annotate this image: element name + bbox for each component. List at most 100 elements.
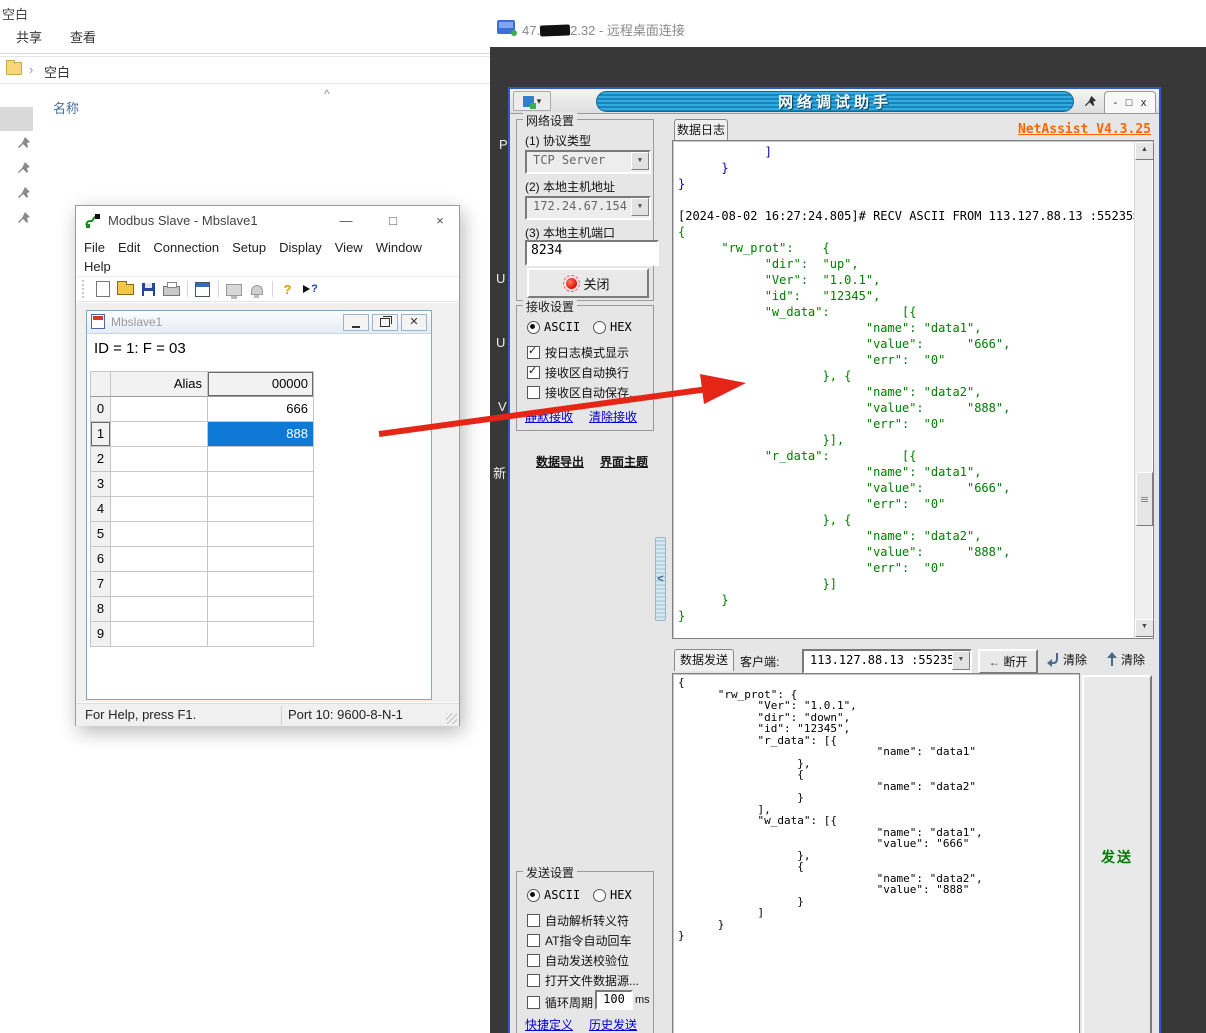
close-connection-button[interactable]: 关闭 [527, 268, 649, 298]
maximize-button[interactable]: □ [1126, 97, 1133, 109]
sort-ascending-icon[interactable]: ^ [324, 87, 330, 101]
auto-save-checkbox[interactable]: 接收区自动保存... [527, 384, 639, 401]
value-cell[interactable] [208, 472, 314, 497]
scroll-up-button[interactable]: ▲ [1135, 142, 1154, 160]
value-cell[interactable] [208, 497, 314, 522]
menu-item-edit[interactable]: Edit [118, 238, 140, 257]
resize-grip[interactable] [446, 713, 457, 724]
minimize-button[interactable]: — [331, 206, 361, 236]
alias-cell[interactable] [111, 622, 208, 647]
menu-item-display[interactable]: Display [279, 238, 322, 257]
value-cell[interactable] [208, 622, 314, 647]
ui-theme-link[interactable]: 界面主题 [600, 453, 648, 470]
alias-cell[interactable] [111, 397, 208, 422]
value-cell[interactable] [208, 547, 314, 572]
receive-log-area[interactable]: ] } } [2024-08-02 16:27:24.805]# RECV AS… [672, 140, 1154, 639]
auto-wrap-checkbox[interactable]: 接收区自动换行 [527, 364, 629, 381]
row-header[interactable]: 3 [90, 472, 111, 497]
dropdown-arrow-icon[interactable]: ▼ [631, 198, 649, 216]
send-text-area[interactable]: { "rw_prot": { "Ver": "1.0.1", "dir": "d… [672, 673, 1080, 1033]
scrollbar-thumb[interactable] [1136, 472, 1153, 526]
address-bar[interactable] [0, 56, 497, 84]
clear-receive-button[interactable]: 清除 [1046, 651, 1087, 668]
dropdown-arrow-icon[interactable]: ▼ [631, 152, 649, 170]
pin-icon[interactable] [17, 211, 31, 225]
recv-ascii-radio[interactable]: ASCII [527, 320, 580, 334]
alias-cell[interactable] [111, 472, 208, 497]
row-header[interactable]: 9 [90, 622, 111, 647]
host-select[interactable]: 172.24.67.154 ▼ [525, 196, 651, 220]
print-icon[interactable] [162, 280, 181, 298]
client-select[interactable]: 113.127.88.13 :55235 ▼ [802, 649, 972, 674]
tab-data-log[interactable]: 数据日志 [674, 119, 728, 141]
menu-item-view[interactable]: View [335, 238, 363, 257]
row-header[interactable]: 7 [90, 572, 111, 597]
column-header-name[interactable]: 名称 [53, 98, 79, 117]
communication-icon[interactable] [247, 280, 266, 298]
send-button[interactable]: 发送 [1082, 675, 1152, 1033]
loop-period-checkbox[interactable]: 循环周期 [527, 994, 593, 1011]
menu-item-connection[interactable]: Connection [153, 238, 219, 257]
file-source-checkbox[interactable]: 打开文件数据源... [527, 972, 639, 989]
send-ascii-radio[interactable]: ASCII [527, 888, 580, 902]
close-button[interactable]: × [425, 206, 455, 236]
address-column-header[interactable]: 00000 [208, 372, 314, 397]
modbus-titlebar[interactable]: Modbus Slave - Mbslave1 — □ × [76, 206, 459, 236]
checksum-checkbox[interactable]: 自动发送校验位 [527, 952, 629, 969]
child-close-button[interactable]: ✕ [401, 314, 427, 331]
pin-button[interactable] [1080, 92, 1100, 111]
recv-hex-radio[interactable]: HEX [593, 320, 632, 334]
alias-column-header[interactable]: Alias [111, 372, 208, 397]
alias-cell[interactable] [111, 522, 208, 547]
row-header[interactable]: 4 [90, 497, 111, 522]
system-menu-button[interactable]: ▾ [513, 91, 551, 111]
netassist-titlebar[interactable]: ▾ 网络调试助手 - □ x [510, 89, 1159, 114]
toolbar-grip[interactable] [82, 280, 87, 298]
value-cell[interactable] [208, 572, 314, 597]
alias-cell[interactable] [111, 572, 208, 597]
breadcrumb[interactable]: 空白 [44, 62, 70, 81]
menu-item-window[interactable]: Window [376, 238, 422, 257]
disconnect-button[interactable]: ← 断开 [978, 649, 1038, 674]
history-send-link[interactable]: 历史发送 [589, 1016, 637, 1033]
minimize-button[interactable]: - [1114, 97, 1118, 109]
row-header[interactable]: 1 [90, 422, 111, 447]
alias-cell[interactable] [111, 497, 208, 522]
maximize-button[interactable]: □ [378, 206, 408, 236]
panel-collapse-splitter[interactable]: < [655, 537, 666, 621]
clear-send-button[interactable]: 清除 [1106, 651, 1145, 668]
alias-cell[interactable] [111, 422, 208, 447]
protocol-select[interactable]: TCP Server ▼ [525, 150, 651, 174]
netassist-version-link[interactable]: NetAssist V4.3.25 [1018, 122, 1151, 137]
tab-share[interactable]: 共享 [16, 27, 42, 46]
escape-parse-checkbox[interactable]: 自动解析转义符 [527, 912, 629, 929]
child-minimize-button[interactable] [343, 314, 369, 331]
value-cell[interactable]: 666 [208, 397, 314, 422]
mute-receive-link[interactable]: 静默接收 [525, 408, 573, 425]
pin-icon[interactable] [17, 161, 31, 175]
display-setup-icon[interactable] [193, 280, 212, 298]
loop-period-input[interactable]: 100 [595, 990, 633, 1010]
alias-cell[interactable] [111, 447, 208, 472]
log-scrollbar[interactable]: ▲ ▼ [1134, 142, 1152, 637]
scroll-down-button[interactable]: ▼ [1135, 619, 1154, 637]
context-help-icon[interactable]: ? [301, 280, 320, 298]
pin-icon[interactable] [17, 186, 31, 200]
child-restore-button[interactable] [372, 314, 398, 331]
row-header[interactable]: 0 [90, 397, 111, 422]
save-icon[interactable] [139, 280, 158, 298]
tab-data-send[interactable]: 数据发送 [674, 649, 734, 671]
row-header[interactable]: 5 [90, 522, 111, 547]
poll-definition-icon[interactable] [224, 280, 243, 298]
quick-define-link[interactable]: 快捷定义 [525, 1016, 573, 1033]
open-file-icon[interactable] [116, 280, 135, 298]
new-file-icon[interactable] [93, 280, 112, 298]
sidebar-selected-item[interactable] [0, 107, 33, 131]
close-button[interactable]: x [1141, 97, 1147, 109]
menu-item-help[interactable]: Help [84, 257, 111, 276]
port-input[interactable]: 8234 [525, 240, 659, 266]
clear-receive-link[interactable]: 清除接收 [589, 408, 637, 425]
child-titlebar[interactable]: Mbslave1 ✕ [87, 311, 431, 334]
alias-cell[interactable] [111, 547, 208, 572]
tab-view[interactable]: 查看 [70, 27, 96, 46]
